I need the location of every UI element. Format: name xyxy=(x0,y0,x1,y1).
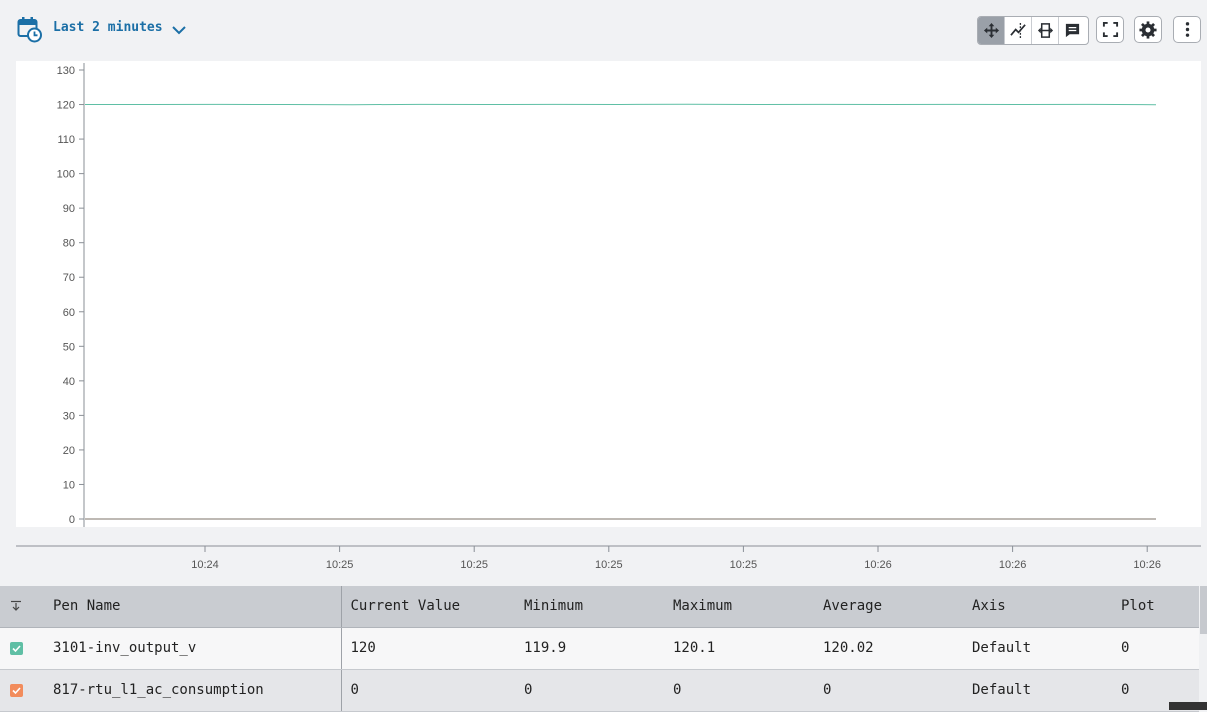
x-tick-label: 10:24 xyxy=(191,559,219,571)
fullscreen-icon xyxy=(1102,21,1118,38)
pen-visibility-checkbox[interactable] xyxy=(10,641,23,655)
maximum-value: 120.1 xyxy=(664,627,814,670)
interaction-mode-group xyxy=(977,16,1089,45)
x-trace-button[interactable] xyxy=(1005,17,1032,44)
sort-toggle[interactable] xyxy=(0,586,44,628)
sort-down-icon xyxy=(11,601,21,612)
check-icon xyxy=(12,686,21,694)
average-value: 0 xyxy=(814,669,963,712)
table-header: Pen Name Current Value Minimum Maximum A… xyxy=(0,586,1199,628)
x-tick-label: 10:26 xyxy=(864,559,892,571)
y-tick-label: 130 xyxy=(57,65,75,77)
plot-value[interactable]: 0 xyxy=(1112,627,1199,670)
fullscreen-button[interactable] xyxy=(1096,16,1124,43)
minimum-value: 0 xyxy=(515,669,664,712)
x-tick-label: 10:25 xyxy=(460,559,488,571)
pen-name: 817-rtu_l1_ac_consumption xyxy=(44,669,342,712)
pen-name: 3101-inv_output_v xyxy=(44,627,342,670)
pen-table: Pen Name Current Value Minimum Maximum A… xyxy=(0,586,1199,712)
y-tick-label: 110 xyxy=(57,134,75,146)
table-row[interactable]: 3101-inv_output_v 120 119.9 120.1 120.02… xyxy=(0,627,1199,670)
y-tick-label: 30 xyxy=(63,410,75,422)
x-tick-label: 10:25 xyxy=(326,559,354,571)
zoom-horizontal-icon xyxy=(1037,23,1053,38)
y-tick-label: 0 xyxy=(69,514,75,526)
axis-value[interactable]: Default xyxy=(963,669,1112,712)
column-header-average[interactable]: Average xyxy=(814,586,963,628)
pen-visibility-checkbox[interactable] xyxy=(10,683,23,697)
y-tick-label: 120 xyxy=(57,100,75,112)
pan-arrows-icon xyxy=(983,22,999,39)
column-header-pen-name[interactable]: Pen Name xyxy=(44,586,342,628)
tooltip-edge xyxy=(1169,702,1207,710)
y-tick-label: 90 xyxy=(63,203,75,215)
y-tick-label: 100 xyxy=(57,169,75,181)
y-tick-label: 40 xyxy=(63,376,75,388)
y-tick-label: 10 xyxy=(63,479,75,491)
trend-chart[interactable]: 0 10 20 30 40 50 60 70 80 90 100 110 120 130 xyxy=(16,61,1201,527)
axis-value[interactable]: Default xyxy=(963,627,1112,670)
y-tick-label: 60 xyxy=(63,307,75,319)
y-tick-label: 50 xyxy=(63,341,75,353)
minimum-value: 119.9 xyxy=(515,627,664,670)
y-tick-label: 80 xyxy=(63,238,75,250)
chevron-down-icon[interactable] xyxy=(171,22,187,38)
more-options-button[interactable] xyxy=(1173,16,1201,43)
x-tick-label: 10:26 xyxy=(999,559,1027,571)
time-range-label[interactable]: Last 2 minutes xyxy=(53,20,163,35)
column-header-current-value[interactable]: Current Value xyxy=(341,586,515,628)
annotation-button[interactable] xyxy=(1059,17,1086,44)
calendar-clock-icon[interactable] xyxy=(17,16,43,44)
chart-toolbar: Last 2 minutes xyxy=(0,0,1207,60)
maximum-value: 0 xyxy=(664,669,814,712)
y-tick-label: 20 xyxy=(63,445,75,457)
time-axis: 10:24 10:25 10:25 10:25 10:25 10:26 10:26 10:26 xyxy=(16,545,1201,571)
settings-button[interactable] xyxy=(1134,16,1162,43)
current-value: 120 xyxy=(341,627,515,670)
table-row[interactable]: 817-rtu_l1_ac_consumption 0 0 0 0 Defaul… xyxy=(0,669,1199,712)
current-value: 0 xyxy=(341,669,515,712)
column-header-plot[interactable]: Plot xyxy=(1112,586,1199,628)
kebab-menu-icon xyxy=(1185,22,1189,37)
column-header-minimum[interactable]: Minimum xyxy=(515,586,664,628)
pen-visibility-cell xyxy=(0,669,44,712)
y-tick-label: 70 xyxy=(63,272,75,284)
annotation-icon xyxy=(1065,23,1080,38)
zoom-horizontal-button[interactable] xyxy=(1032,17,1059,44)
column-header-axis[interactable]: Axis xyxy=(963,586,1112,628)
x-tick-label: 10:26 xyxy=(1133,559,1161,571)
check-icon xyxy=(12,644,21,652)
table-scrollbar-thumb[interactable] xyxy=(1200,586,1207,634)
series-line-1[interactable] xyxy=(84,103,1157,106)
x-tick-label: 10:25 xyxy=(730,559,758,571)
pan-button[interactable] xyxy=(978,17,1005,44)
plot-area[interactable]: 0 10 20 30 40 50 60 70 80 90 100 110 120 130 xyxy=(16,61,1201,527)
gear-icon xyxy=(1139,20,1157,39)
x-trace-icon xyxy=(1009,22,1026,39)
column-header-maximum[interactable]: Maximum xyxy=(664,586,814,628)
average-value: 120.02 xyxy=(814,627,963,670)
pen-visibility-cell xyxy=(0,627,44,670)
x-tick-label: 10:25 xyxy=(595,559,623,571)
